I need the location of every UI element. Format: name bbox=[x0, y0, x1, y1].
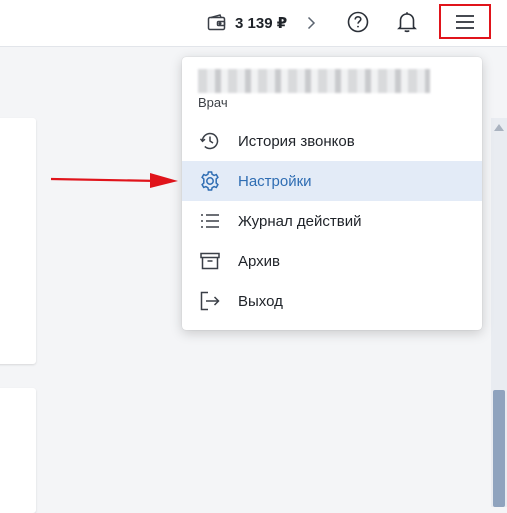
user-menu-dropdown: Врач История звонков Настройки Журнал де… bbox=[182, 57, 482, 330]
menu-item-archive[interactable]: Архив bbox=[182, 241, 482, 281]
chevron-right-icon[interactable] bbox=[307, 15, 319, 31]
menu-item-call-history[interactable]: История звонков bbox=[182, 121, 482, 161]
menu-item-label: Архив bbox=[238, 252, 281, 270]
content-card bbox=[0, 388, 36, 513]
menu-item-activity-log[interactable]: Журнал действий bbox=[182, 201, 482, 241]
content-card bbox=[0, 118, 36, 364]
archive-icon bbox=[198, 249, 222, 273]
bell-icon[interactable] bbox=[396, 11, 418, 33]
scrollbar-thumb[interactable] bbox=[493, 390, 505, 507]
scroll-up-arrow-icon[interactable] bbox=[494, 124, 504, 131]
logout-icon bbox=[198, 289, 222, 313]
menu-item-label: Журнал действий bbox=[238, 212, 362, 230]
help-circle-icon[interactable] bbox=[347, 11, 369, 33]
main-menu-button[interactable] bbox=[439, 4, 491, 39]
history-icon bbox=[198, 129, 222, 153]
menu-item-label: История звонков bbox=[238, 132, 355, 150]
menu-item-label: Настройки bbox=[238, 172, 312, 190]
menu-item-label: Выход bbox=[238, 292, 283, 310]
menu-item-settings[interactable]: Настройки bbox=[182, 161, 482, 201]
user-role: Врач bbox=[198, 95, 228, 110]
wallet-icon bbox=[207, 13, 227, 33]
balance-widget[interactable]: 3 139 ₽ bbox=[207, 12, 319, 34]
annotation-arrow bbox=[50, 173, 178, 188]
user-name-redacted bbox=[198, 69, 430, 93]
menu-item-logout[interactable]: Выход bbox=[182, 281, 482, 321]
hamburger-menu-icon bbox=[455, 14, 475, 30]
menu-list: История звонков Настройки Журнал действи… bbox=[182, 121, 482, 321]
gear-icon bbox=[198, 169, 222, 193]
top-bar: 3 139 ₽ bbox=[0, 0, 507, 47]
list-icon bbox=[198, 209, 222, 233]
balance-amount: 3 139 ₽ bbox=[235, 15, 288, 32]
